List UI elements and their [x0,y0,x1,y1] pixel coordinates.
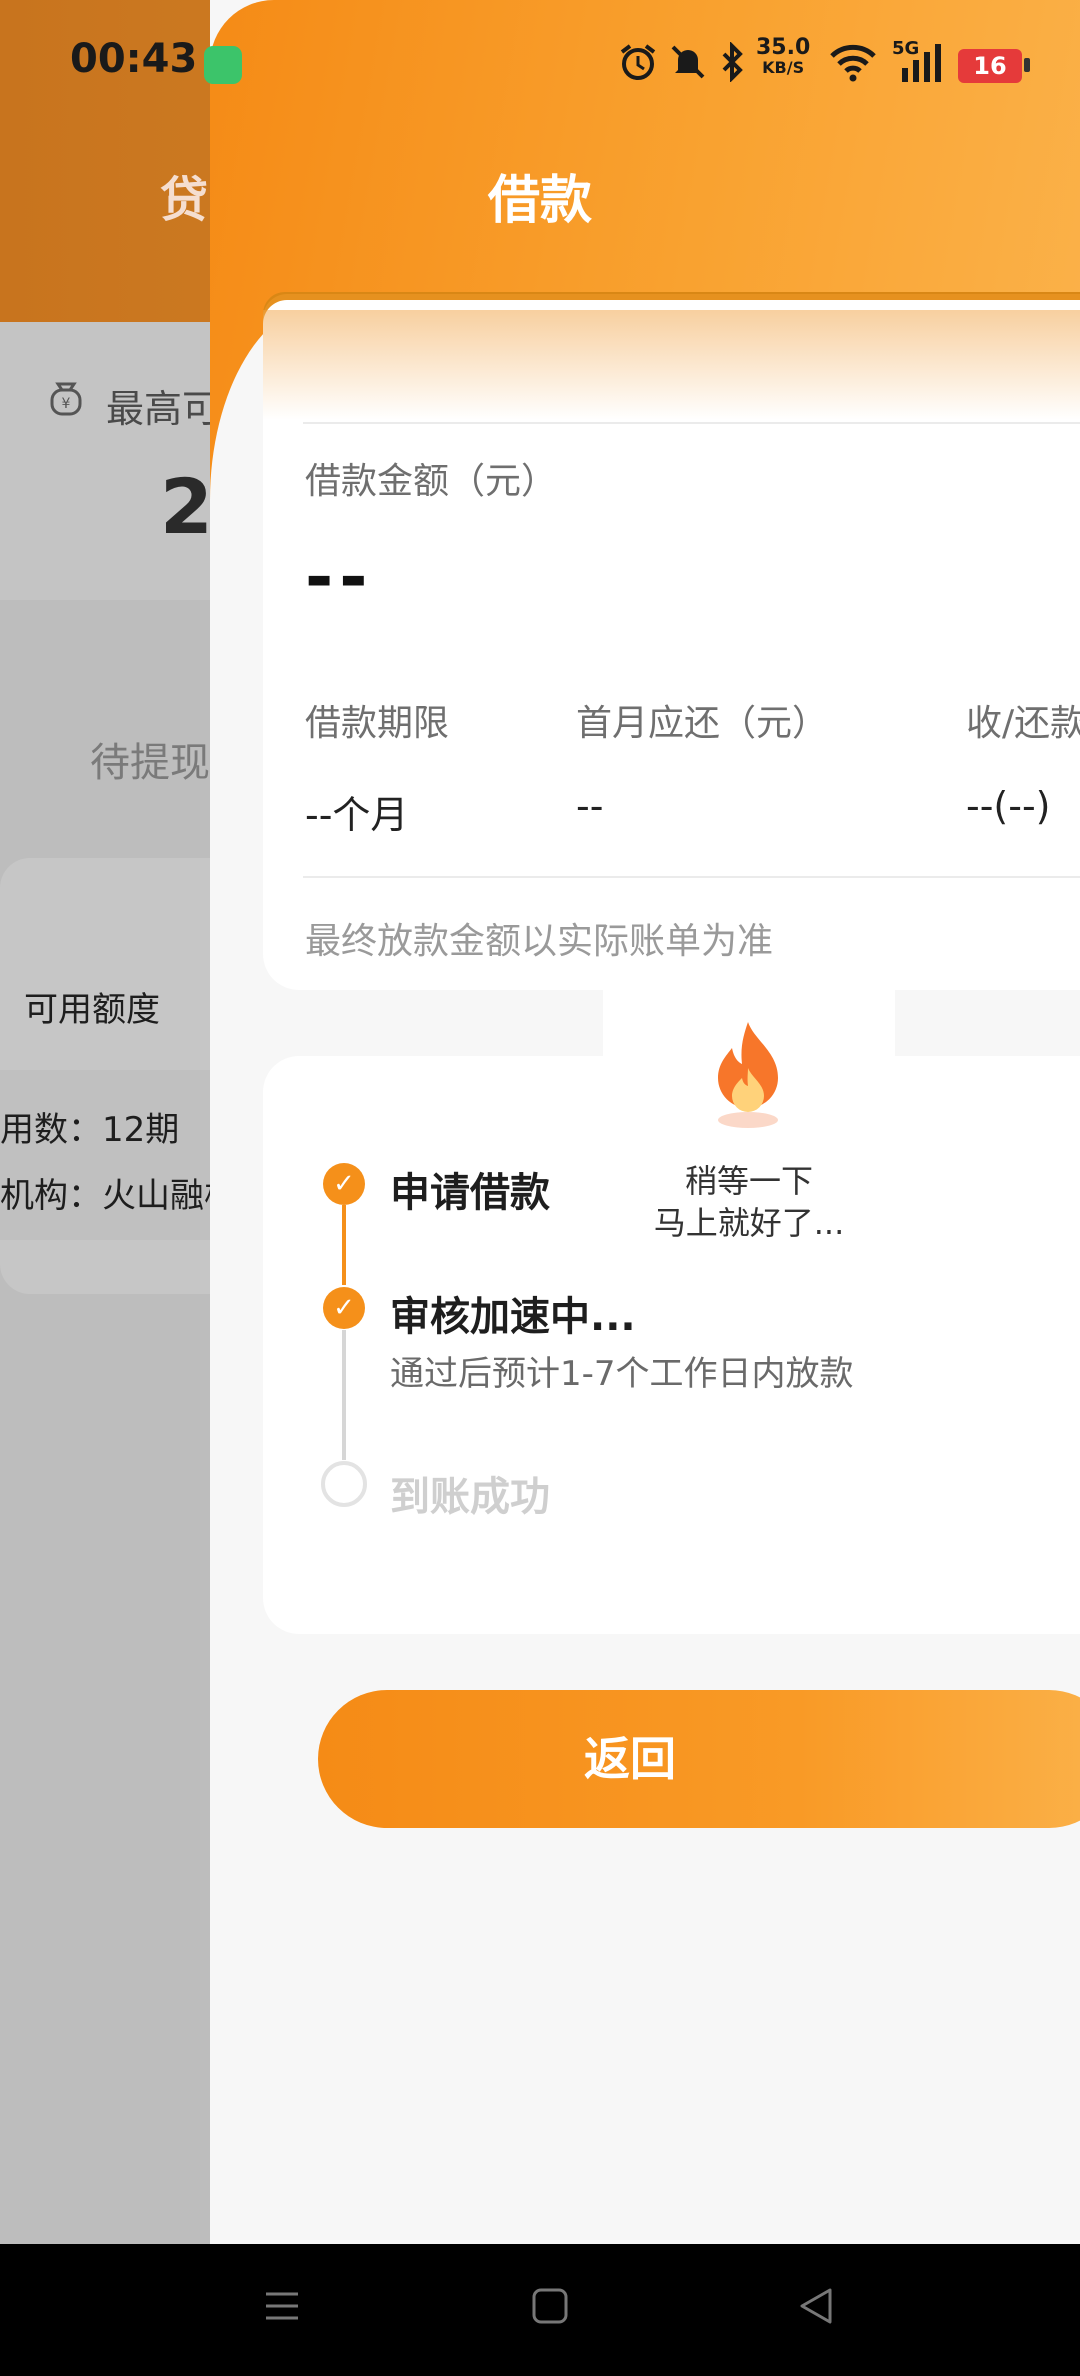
loan-amount-value: -- [305,538,374,617]
step-2-subtitle: 通过后预计1-7个工作日内放款 [390,1354,854,1394]
loan-amount-label: 借款金额（元） [305,461,558,502]
step-2-title: 审核加速中... [390,1294,636,1340]
background-periods: 用数：12期 [0,1110,180,1150]
progress-card [263,1056,1080,1634]
message-app-icon [204,46,242,84]
bluetooth-icon [718,41,748,86]
step-1-title: 申请借款 [390,1170,550,1216]
background-pending-label: 待提现 [90,740,210,786]
divider [303,422,1080,424]
step-3-pending-icon [321,1461,367,1507]
waiting-message: 稍等一下 马上就好了... [603,1160,895,1244]
background-institution: 机构：火山融极 [0,1176,238,1216]
waiting-line-1: 稍等一下 [684,1162,813,1200]
alarm-icon [618,42,658,86]
menu-icon[interactable] [262,2286,302,2330]
net-speed: 35.0 KB/S [756,35,811,78]
first-month-value: -- [576,784,604,828]
receive-label: 收/还款 [966,703,1080,744]
step-connector-active [342,1205,346,1285]
money-bag-icon: ¥ [46,378,86,418]
mute-icon [668,42,708,86]
svg-text:¥: ¥ [62,396,71,412]
receive-value: --(--) [966,784,1051,828]
net-speed-value: 35.0 [756,35,811,60]
background-max-amount-label: 最高可 [106,387,221,431]
net-speed-unit: KB/S [762,58,805,77]
divider [303,876,1080,878]
panel-title: 借款 [487,171,592,231]
step-connector-inactive [342,1330,346,1460]
system-nav-bar [0,2244,1080,2376]
home-icon[interactable] [530,2286,570,2330]
waiting-line-2: 马上就好了... [653,1204,845,1242]
final-amount-note: 最终放款金额以实际账单为准 [305,921,774,962]
step-1-check-icon: ✓ [323,1163,365,1205]
wifi-icon [828,44,878,86]
back-button[interactable]: 返回 [318,1690,1080,1828]
status-bar: 00:43 35.0 KB/S 5G 16 [0,0,1080,130]
back-nav-icon[interactable] [796,2286,836,2330]
background-available-label: 可用额度 [24,990,160,1030]
status-time: 00:43 [70,36,198,82]
step-2-check-icon: ✓ [323,1287,365,1329]
background-header-title: 贷 [160,172,209,228]
signal-icon [900,44,944,88]
background-max-amount: 2 [160,462,213,551]
back-button-label: 返回 [584,1732,676,1786]
term-value: --个月 [305,793,409,837]
step-3-title: 到账成功 [390,1474,550,1520]
term-label: 借款期限 [305,703,450,744]
battery-tip [1024,58,1030,72]
card-top-fade [263,310,1080,420]
flame-icon [706,1020,790,1130]
battery-icon: 16 [958,49,1022,83]
first-month-label: 首月应还（元） [576,703,829,744]
